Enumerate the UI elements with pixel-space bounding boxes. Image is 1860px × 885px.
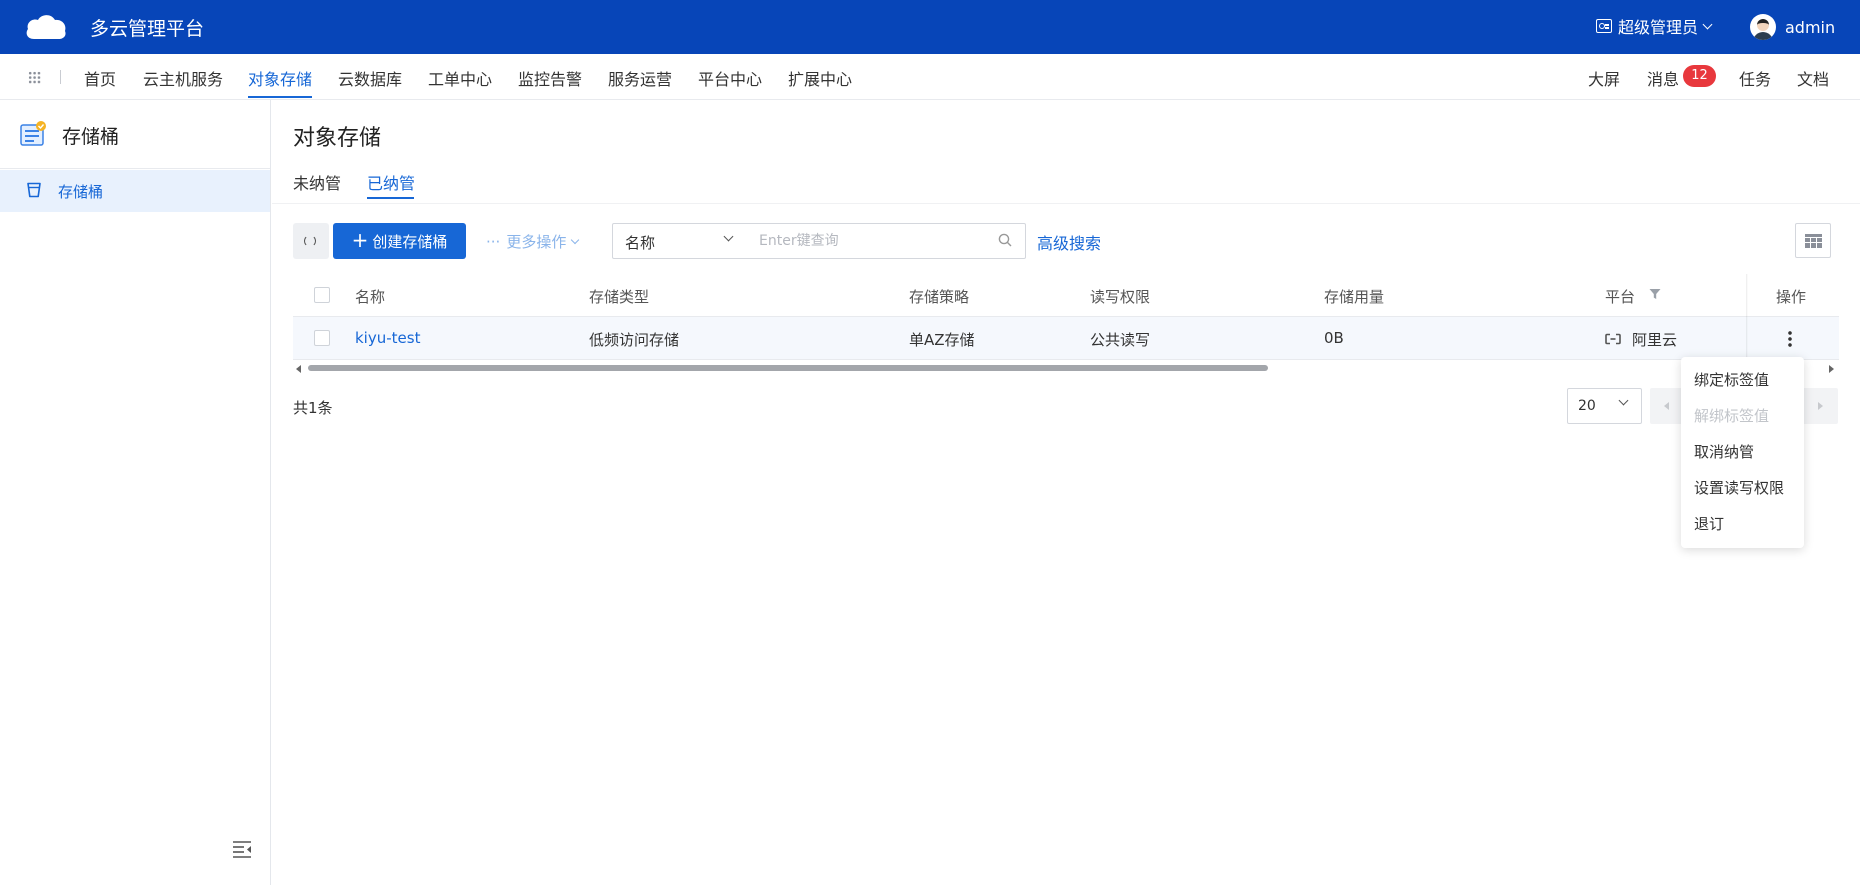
nav-item-cloud-host[interactable]: 云主机服务 <box>143 66 223 90</box>
bucket-name-link[interactable]: kiyu-test <box>355 329 420 347</box>
column-header-name: 名称 <box>355 288 386 306</box>
nav-item-cloud-database[interactable]: 云数据库 <box>338 66 402 90</box>
tab-unmanaged[interactable]: 未纳管 <box>293 170 341 194</box>
column-settings-button[interactable] <box>1795 223 1831 258</box>
menu-item-unsubscribe[interactable]: 退订 <box>1694 513 1724 534</box>
scroll-right-arrow-icon[interactable] <box>1829 365 1834 373</box>
apps-grid-icon[interactable] <box>28 71 41 84</box>
nav-item-home[interactable]: 首页 <box>84 66 116 90</box>
cell-platform: 阿里云 <box>1632 331 1678 349</box>
nav-active-indicator <box>248 96 312 98</box>
nav-divider <box>60 70 61 84</box>
sidebar-divider <box>0 168 270 169</box>
filter-icon[interactable] <box>1649 288 1661 300</box>
more-actions-label: 更多操作 <box>506 233 567 251</box>
role-label: 超级管理员 <box>1618 18 1699 37</box>
column-header-storage-type: 存储类型 <box>589 288 650 306</box>
nav-item-object-storage[interactable]: 对象存储 <box>248 66 312 90</box>
tab-active-indicator <box>367 197 414 199</box>
storage-bucket-header-icon <box>20 121 46 146</box>
main-nav: 首页 云主机服务 对象存储 云数据库 工单中心 监控告警 服务运营 平台中心 扩… <box>0 54 1860 100</box>
cell-strategy: 单AZ存储 <box>909 331 975 349</box>
row-checkbox[interactable] <box>314 330 330 346</box>
menu-item-set-permission[interactable]: 设置读写权限 <box>1694 477 1784 498</box>
menu-item-unbind-tag: 解绑标签值 <box>1694 407 1770 425</box>
table-columns-icon <box>1805 234 1822 248</box>
sidebar: 存储桶 存储桶 <box>0 100 271 885</box>
top-bar: 多云管理平台 超级管理员 admin <box>0 0 1860 54</box>
column-header-usage: 存储用量 <box>1324 288 1385 306</box>
create-bucket-label: 创建存储桶 <box>372 232 448 251</box>
nav-item-extension-center[interactable]: 扩展中心 <box>788 66 852 90</box>
search-field-select[interactable]: 名称 <box>612 223 747 259</box>
page-title: 对象存储 <box>293 126 382 151</box>
collapse-sidebar-icon[interactable] <box>232 840 252 858</box>
app-title: 多云管理平台 <box>90 18 205 40</box>
total-count: 共1条 <box>293 399 333 417</box>
column-header-permission: 读写权限 <box>1090 288 1151 306</box>
fixed-column-shadow <box>1746 274 1748 360</box>
cell-storage-type: 低频访问存储 <box>589 331 680 349</box>
create-bucket-button[interactable]: + 创建存储桶 <box>333 223 466 259</box>
nav-item-service-ops[interactable]: 服务运营 <box>608 66 672 90</box>
search-field-value: 名称 <box>625 234 656 252</box>
plus-icon: + <box>351 228 369 252</box>
bucket-icon <box>27 182 41 198</box>
refresh-icon <box>304 235 316 247</box>
search-icon[interactable] <box>998 233 1012 247</box>
docs-link[interactable]: 文档 <box>1797 66 1829 90</box>
cell-permission: 公共读写 <box>1090 331 1151 349</box>
more-actions-button[interactable]: ··· 更多操作 <box>486 231 580 252</box>
sidebar-item-label: 存储桶 <box>58 183 104 201</box>
chevron-down-icon <box>1618 395 1629 406</box>
scroll-left-arrow-icon[interactable] <box>296 365 301 373</box>
ellipsis-icon: ··· <box>486 232 501 251</box>
avatar <box>1750 14 1776 40</box>
chevron-down-icon <box>1702 19 1713 29</box>
table-header: 名称 存储类型 存储策略 读写权限 存储用量 平台 操作 <box>293 274 1839 317</box>
aliyun-platform-icon <box>1605 333 1621 345</box>
user-menu[interactable]: admin <box>1750 14 1835 40</box>
tasks-link[interactable]: 任务 <box>1739 66 1771 90</box>
column-header-actions: 操作 <box>1776 288 1807 306</box>
sidebar-title: 存储桶 <box>62 126 120 148</box>
role-switcher[interactable]: 超级管理员 <box>1596 14 1713 38</box>
id-card-icon <box>1596 19 1612 33</box>
refresh-button[interactable] <box>293 223 329 259</box>
row-actions-menu: 绑定标签值 解绑标签值 取消纳管 设置读写权限 退订 <box>1681 357 1804 548</box>
horizontal-scrollbar[interactable] <box>293 362 1839 374</box>
message-count-badge: 12 <box>1683 65 1716 87</box>
page-size-select[interactable]: 20 <box>1567 388 1642 424</box>
select-all-checkbox[interactable] <box>314 287 330 303</box>
menu-item-unmanage[interactable]: 取消纳管 <box>1694 441 1754 462</box>
next-page-button[interactable] <box>1802 388 1838 424</box>
advanced-search-link[interactable]: 高级搜索 <box>1037 230 1101 254</box>
cloud-logo-icon <box>26 15 66 39</box>
messages-link[interactable]: 消息 <box>1647 66 1679 90</box>
scrollbar-thumb[interactable] <box>308 365 1268 371</box>
search-input[interactable] <box>746 223 1026 259</box>
cell-usage: 0B <box>1324 329 1344 347</box>
sidebar-item-bucket[interactable]: 存储桶 <box>0 170 270 212</box>
page-size-value: 20 <box>1578 398 1596 414</box>
menu-item-bind-tag[interactable]: 绑定标签值 <box>1694 369 1769 390</box>
bigscreen-link[interactable]: 大屏 <box>1588 66 1620 90</box>
nav-item-monitoring[interactable]: 监控告警 <box>518 66 582 90</box>
chevron-down-icon <box>571 235 580 244</box>
column-header-platform: 平台 <box>1605 288 1636 306</box>
tab-managed[interactable]: 已纳管 <box>367 170 415 194</box>
chevron-down-icon <box>723 231 734 242</box>
column-header-strategy: 存储策略 <box>909 288 970 306</box>
row-more-icon[interactable] <box>1787 329 1793 349</box>
username: admin <box>1785 17 1836 37</box>
nav-item-platform-center[interactable]: 平台中心 <box>698 66 762 90</box>
nav-item-ticket-center[interactable]: 工单中心 <box>428 66 492 90</box>
